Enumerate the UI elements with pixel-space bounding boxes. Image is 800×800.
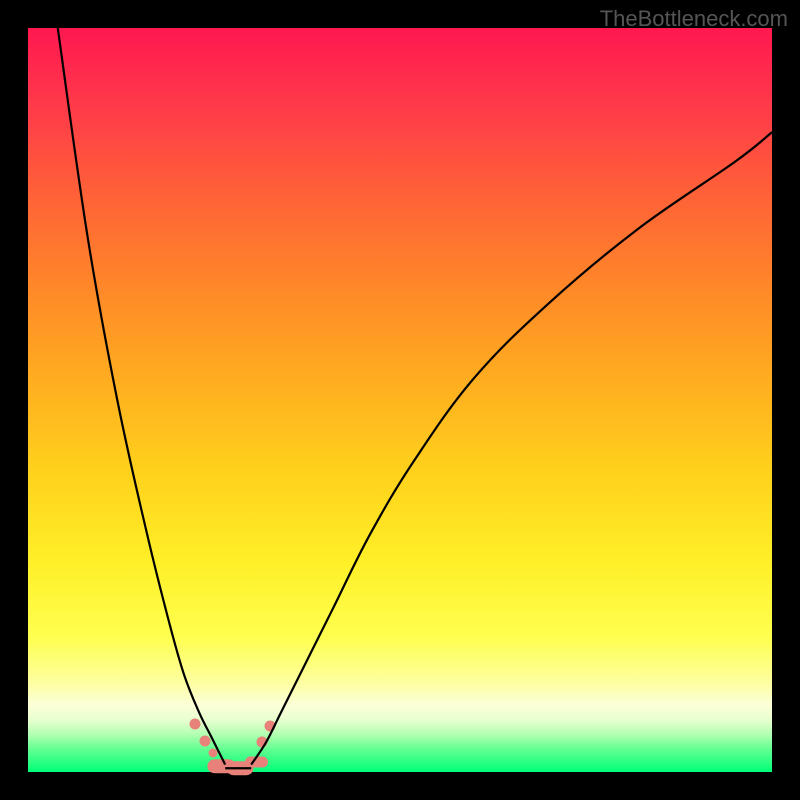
chart-container (28, 28, 772, 772)
left-curve-line (58, 28, 225, 765)
right-curve-line (251, 132, 772, 764)
chart-curves (28, 28, 772, 772)
watermark-text: TheBottleneck.com (600, 6, 788, 32)
